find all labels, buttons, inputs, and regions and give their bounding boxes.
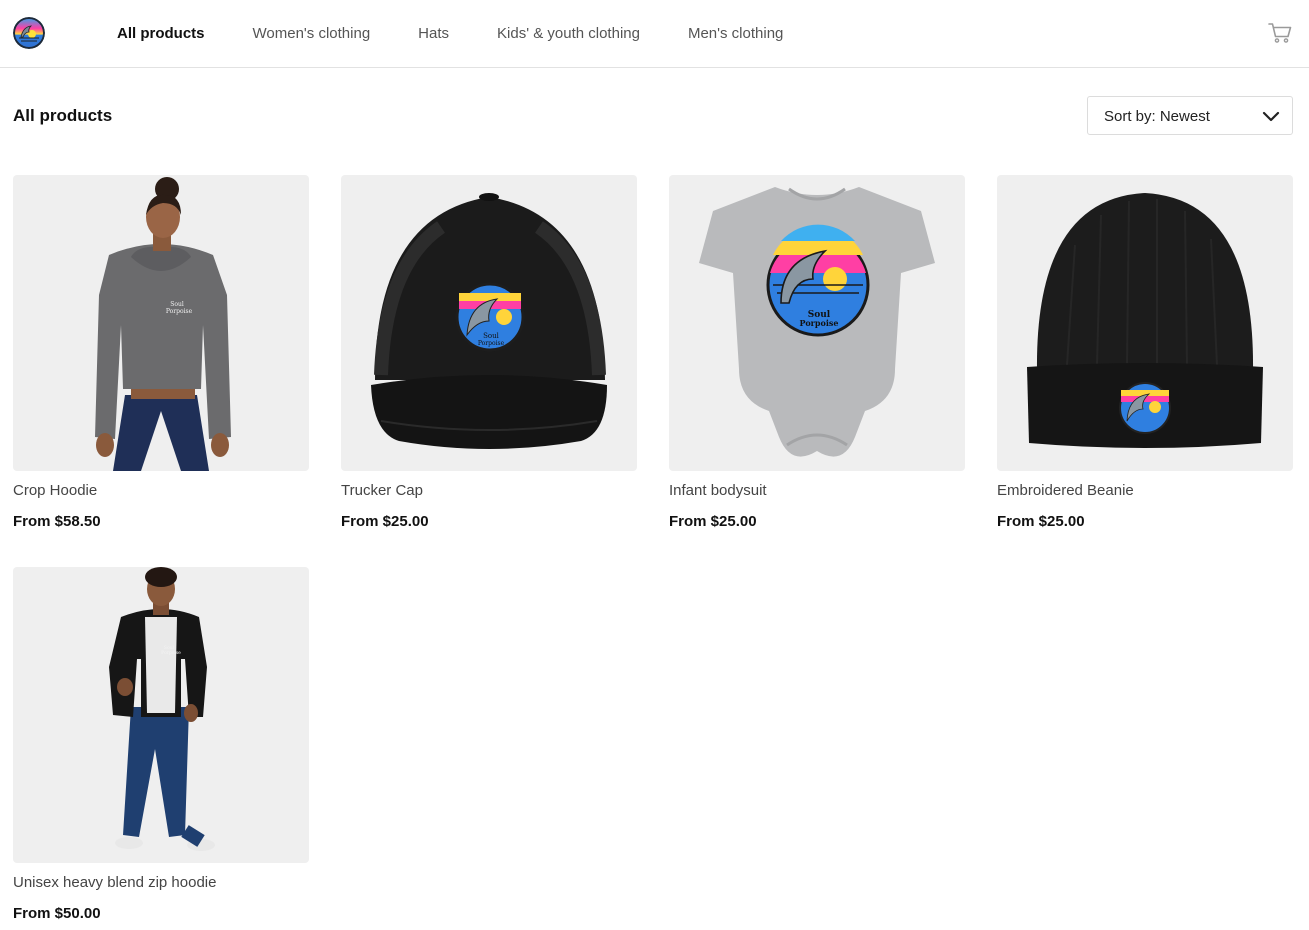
shopping-cart-icon <box>1268 23 1292 43</box>
sort-dropdown[interactable]: Sort by: Newest <box>1087 96 1293 135</box>
product-price: From $50.00 <box>13 905 101 922</box>
cart-button[interactable] <box>1268 22 1292 44</box>
category-nav: All products Women's clothing Hats Kids'… <box>117 0 831 67</box>
svg-text:Porpoise: Porpoise <box>161 650 181 656</box>
product-name: Trucker Cap <box>341 482 423 499</box>
product-image: Soul Porpoise <box>669 175 965 471</box>
crop-hoodie-image: Soul Porpoise <box>95 177 231 471</box>
zip-hoodie-image: Soul Porpoise <box>109 567 215 851</box>
product-card[interactable]: Soul Porpoise Crop Hoodie From $58.50 <box>13 175 309 530</box>
nav-womens-clothing[interactable]: Women's clothing <box>253 25 371 42</box>
product-name: Embroidered Beanie <box>997 482 1134 499</box>
product-card[interactable]: Soul Porpoise Trucker Cap From $25.00 <box>341 175 637 530</box>
svg-text:Porpoise: Porpoise <box>478 340 505 347</box>
svg-text:Soul: Soul <box>483 332 500 340</box>
product-card[interactable]: Embroidered Beanie From $25.00 <box>997 175 1293 530</box>
nav-all-products[interactable]: All products <box>117 25 205 42</box>
product-price: From $25.00 <box>341 513 429 530</box>
site-header: All products Women's clothing Hats Kids'… <box>0 0 1309 68</box>
dolphin-logo-icon <box>13 17 45 49</box>
nav-kids-youth-clothing[interactable]: Kids' & youth clothing <box>497 25 640 42</box>
product-card[interactable]: Soul Porpoise Infant bodysuit From $25.0… <box>669 175 965 530</box>
product-name: Infant bodysuit <box>669 482 767 499</box>
svg-text:Porpoise: Porpoise <box>166 308 193 315</box>
embroidered-beanie-image <box>1027 193 1263 448</box>
store-logo[interactable] <box>13 17 45 49</box>
product-card[interactable]: Soul Porpoise Unisex heavy blend zip hoo… <box>13 567 309 922</box>
nav-mens-clothing[interactable]: Men's clothing <box>688 25 783 42</box>
product-price: From $25.00 <box>669 513 757 530</box>
chevron-down-icon <box>1262 111 1280 122</box>
product-name: Crop Hoodie <box>13 482 98 499</box>
sort-label: Sort by: Newest <box>1104 108 1210 125</box>
product-image <box>997 175 1293 471</box>
infant-bodysuit-image: Soul Porpoise <box>699 187 935 457</box>
svg-text:Soul: Soul <box>170 301 184 308</box>
product-name: Unisex heavy blend zip hoodie <box>13 874 217 891</box>
product-image: Soul Porpoise <box>13 175 309 471</box>
product-price: From $25.00 <box>997 513 1085 530</box>
product-price: From $58.50 <box>13 513 101 530</box>
product-image: Soul Porpoise <box>13 567 309 863</box>
trucker-cap-image: Soul Porpoise <box>371 193 607 449</box>
product-image: Soul Porpoise <box>341 175 637 471</box>
page-title: All products <box>13 106 113 125</box>
nav-hats[interactable]: Hats <box>418 25 449 42</box>
svg-text:Porpoise: Porpoise <box>800 318 839 328</box>
